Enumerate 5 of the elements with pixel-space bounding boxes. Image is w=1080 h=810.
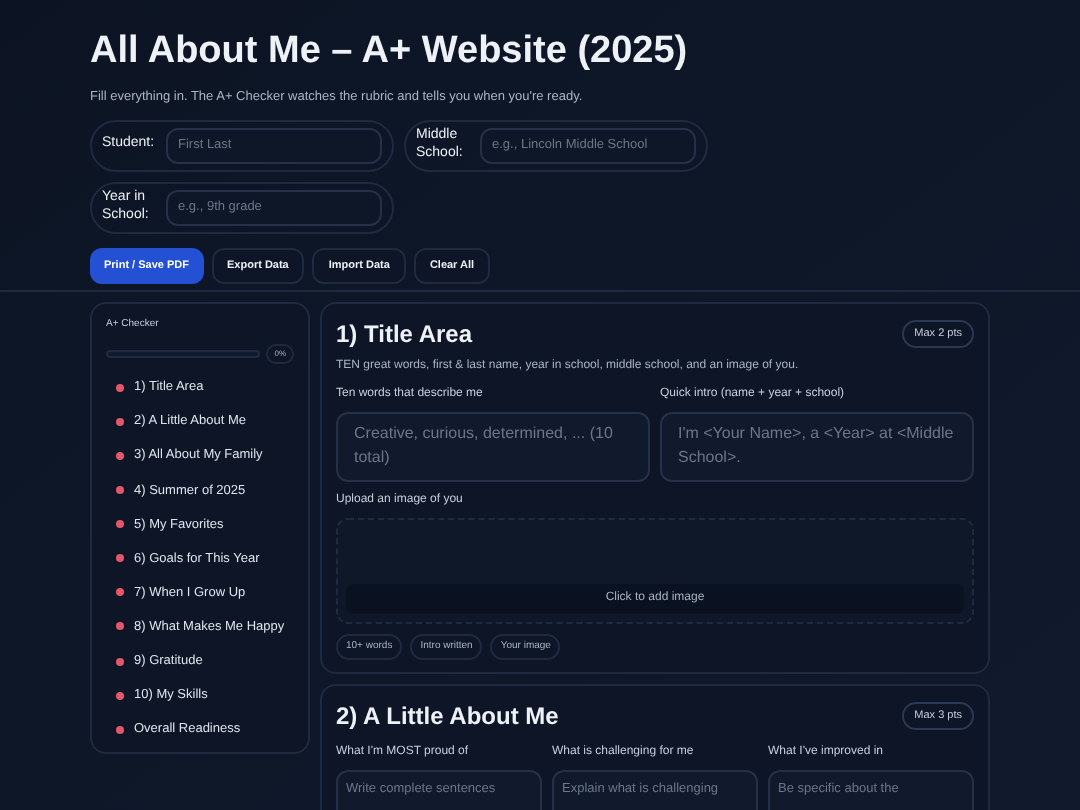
section-title: 1) Title Area [336, 317, 473, 352]
section-title: 2) A Little About Me [336, 700, 559, 735]
text-area[interactable]: Creative, curious, determined, ... (10 total) [336, 411, 650, 482]
page-title: All About Me – A+ Website (2025) [90, 28, 690, 76]
text-area[interactable]: I'm <Your Name>, a <Year> at <Middle School>. [660, 411, 974, 482]
